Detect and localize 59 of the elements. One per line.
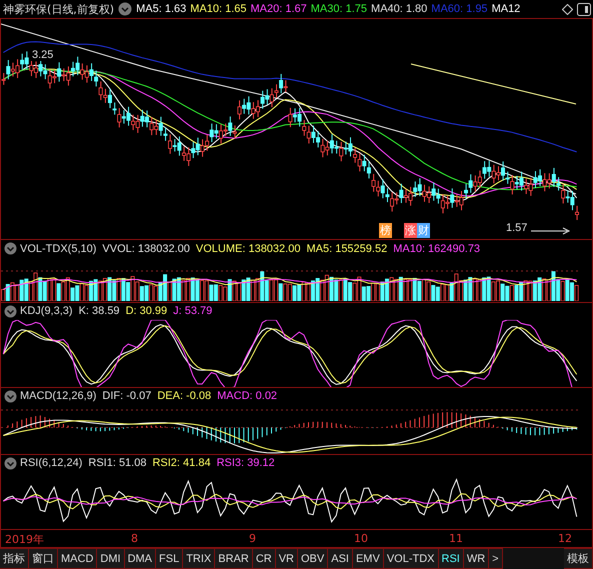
dropdown-icon[interactable] <box>4 456 17 470</box>
indicator-value: RSI3: 39.12 <box>216 457 275 470</box>
indicator-tab[interactable]: WR <box>464 548 490 569</box>
ma-value: MA40: 1.80 <box>371 3 428 15</box>
indicator-value: MA5: 155259.52 <box>306 242 388 254</box>
template-button[interactable]: 模板 <box>564 548 593 569</box>
indicator-tab[interactable]: DMI <box>97 548 125 569</box>
indicator-value: MACD: 0.02 <box>217 390 278 402</box>
indicator-tab[interactable]: TRIX <box>183 548 216 569</box>
ma-value: MA60: 1.95 <box>431 3 488 15</box>
indicator-tab[interactable]: RSI <box>438 548 464 569</box>
ma-value: MA20: 1.67 <box>250 3 307 15</box>
more-button[interactable]: > <box>489 548 503 569</box>
indicator-tab[interactable]: DMA <box>124 548 156 569</box>
indicator-tab[interactable]: VR <box>276 548 298 569</box>
arrow-icon <box>531 227 571 235</box>
indicator-tab[interactable]: ASI <box>328 548 353 569</box>
indicator-value: K: 38.59 <box>78 305 120 318</box>
indicator-tab[interactable]: FSL <box>156 548 184 569</box>
dropdown-icon[interactable] <box>4 390 17 403</box>
low-price-label: 1.57 <box>506 222 528 234</box>
indicator-name: KDJ(9,3,3) <box>20 305 73 318</box>
date-label: 8 <box>131 532 138 545</box>
indicator-value: VVOL: 138032.00 <box>102 242 190 254</box>
date-label: 11 <box>449 532 463 545</box>
indicator-name: MACD(12,26,9) <box>20 390 96 402</box>
dropdown-icon[interactable] <box>118 2 132 16</box>
dropdown-icon[interactable] <box>4 304 17 318</box>
indicator-value: D: 30.99 <box>126 305 168 318</box>
ma-value: MA30: 1.75 <box>310 3 368 15</box>
indicator-name: RSI(6,12,24) <box>20 457 82 470</box>
date-label: 10 <box>354 532 368 545</box>
indicator-value: MA10: 162490.73 <box>393 242 480 254</box>
indicator-value: DIF: -0.07 <box>102 390 152 402</box>
high-price-label: 3.25 <box>31 49 54 61</box>
indicator-value: DEA: -0.08 <box>157 390 212 402</box>
indicator-tab[interactable]: OBV <box>298 548 328 569</box>
indicator-name: VOL-TDX(5,10) <box>20 242 96 254</box>
window-icon[interactable] <box>577 2 591 16</box>
ma-value: MA10: 1.65 <box>190 3 246 15</box>
indicator-value: RSI2: 41.84 <box>152 457 211 470</box>
indicator-tab[interactable]: VOL-TDX <box>384 548 438 569</box>
indicator-tab[interactable]: CR <box>252 548 276 569</box>
indicator-tab[interactable]: EMV <box>352 548 384 569</box>
date-label: 2019年 <box>5 532 44 547</box>
menu-button[interactable]: 指标 <box>0 548 29 569</box>
date-label: 12 <box>558 532 572 545</box>
indicator-tab[interactable]: MACD <box>58 548 98 569</box>
indicator-value: J: 53.79 <box>173 305 212 318</box>
ma-value: MA5: 1.63 <box>136 3 186 15</box>
diamond-icon[interactable] <box>562 4 573 14</box>
dropdown-icon[interactable] <box>4 242 17 255</box>
date-label: 9 <box>249 532 256 545</box>
indicator-value: VOLUME: 138032.00 <box>196 242 300 254</box>
indicator-value: RSI1: 51.08 <box>88 457 146 470</box>
stock-title: 神雾环保(日线,前复权) <box>3 2 114 16</box>
ma-value: MA12 <box>492 3 520 15</box>
menu-button[interactable]: 窗口 <box>29 548 58 569</box>
indicator-tab[interactable]: BRAR <box>215 548 253 569</box>
